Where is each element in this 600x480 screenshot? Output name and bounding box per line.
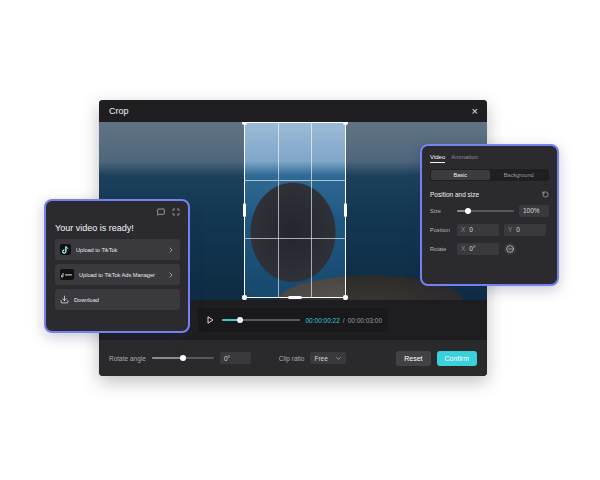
tab[interactable]: Animation	[451, 154, 478, 163]
rotate-label: Rotate angle	[109, 355, 146, 362]
feedback-icon[interactable]	[157, 208, 165, 216]
crop-handle[interactable]	[242, 295, 247, 300]
clip-ratio-select[interactable]: Free	[310, 352, 346, 364]
rotate-field[interactable]: 0°	[220, 352, 251, 364]
export-item-label: Upload to TikTok Ads Manager	[79, 272, 162, 278]
slider-fill	[152, 357, 183, 359]
title-bar: Crop ×	[99, 100, 487, 122]
download-icon	[60, 295, 69, 304]
time-separator: /	[343, 317, 345, 324]
field-value: 0	[516, 226, 520, 233]
tiktok-logo-icon	[60, 244, 71, 255]
reset-button[interactable]: Reset	[396, 351, 430, 366]
export-item-label: Upload to TikTok	[76, 247, 162, 253]
close-button[interactable]: ×	[472, 106, 478, 117]
export-item[interactable]: Download	[55, 289, 180, 310]
segment[interactable]: Basic	[431, 170, 490, 180]
slider-knob[interactable]	[180, 355, 186, 361]
crop-handle[interactable]	[343, 295, 348, 300]
slider-knob[interactable]	[465, 208, 471, 214]
property-row: Size 100%	[430, 204, 549, 217]
number-field[interactable]: Y0	[504, 224, 546, 236]
chevron-right-icon	[167, 246, 175, 254]
property-label: Size	[430, 208, 452, 214]
confirm-button[interactable]: Confirm	[437, 351, 478, 366]
crop-handle[interactable]	[242, 122, 247, 125]
section-header: Position and size	[430, 191, 549, 198]
expand-icon[interactable]	[172, 208, 180, 216]
tab[interactable]: Video	[430, 154, 445, 163]
export-item-label: Download	[74, 297, 175, 303]
panel-icons	[55, 208, 180, 216]
tiktok-note-icon	[62, 246, 69, 254]
canvas: Crop × 00:00:00:22/00:00:03:00 Rotate angle…	[0, 0, 600, 480]
export-title: Your video is ready!	[55, 223, 180, 233]
chevron-down-icon	[335, 355, 342, 362]
number-field[interactable]: X 0°	[457, 243, 499, 255]
crop-handle[interactable]	[344, 203, 347, 217]
tiktok-ads-logo-icon	[60, 269, 74, 280]
play-icon	[207, 316, 214, 324]
rotate-slider[interactable]	[152, 357, 214, 359]
export-panel: Your video is ready! Upload to TikTok Uplo…	[44, 199, 190, 333]
segmented-control: BasicBackground	[430, 169, 549, 181]
player-bar: 00:00:00:22/00:00:03:00	[198, 308, 388, 332]
field-value: 0°	[469, 245, 475, 252]
export-item[interactable]: Upload to TikTok	[55, 239, 180, 260]
size-slider[interactable]	[457, 210, 514, 212]
slider-knob[interactable]	[237, 317, 243, 323]
property-label: Rotate	[430, 246, 452, 252]
flip-button[interactable]	[504, 243, 516, 255]
crop-handle[interactable]	[288, 296, 302, 299]
properties-panel: Video Animation BasicBackground Position an…	[420, 144, 559, 286]
tab-row: Video Animation	[430, 154, 549, 163]
crop-handle[interactable]	[343, 122, 348, 125]
controls-bar: Rotate angle 0° Clip ratio Free Reset Confirm	[99, 340, 487, 376]
crop-handle[interactable]	[243, 203, 246, 217]
field-value: 0	[469, 226, 473, 233]
crop-box[interactable]	[244, 122, 346, 298]
clip-ratio-label: Clip ratio	[279, 355, 305, 362]
segment[interactable]: Background	[490, 170, 549, 180]
property-row: PositionX0Y0	[430, 223, 549, 236]
field-prefix: Y	[508, 226, 512, 233]
property-row: Rotate X 0°	[430, 242, 549, 255]
button-group: Reset Confirm	[396, 351, 477, 366]
export-item[interactable]: Upload to TikTok Ads Manager	[55, 264, 180, 285]
section-title: Position and size	[430, 191, 479, 198]
property-label: Position	[430, 227, 452, 233]
size-field[interactable]: 100%	[519, 205, 549, 217]
number-field[interactable]: X0	[457, 224, 499, 236]
field-prefix: X	[461, 245, 465, 252]
time-display: 00:00:00:22/00:00:03:00	[306, 317, 383, 324]
progress-slider[interactable]	[222, 319, 300, 321]
reset-icon[interactable]	[542, 191, 549, 198]
chevron-right-icon	[167, 271, 175, 279]
current-time: 00:00:00:22	[306, 317, 340, 324]
play-button[interactable]	[204, 314, 216, 326]
clip-ratio-value: Free	[314, 355, 327, 362]
field-prefix: X	[461, 226, 465, 233]
tiktok-ads-mark-icon	[61, 272, 73, 278]
minus-circle-icon	[506, 245, 514, 253]
window-title: Crop	[109, 106, 129, 116]
total-time: 00:00:03:00	[348, 317, 382, 324]
